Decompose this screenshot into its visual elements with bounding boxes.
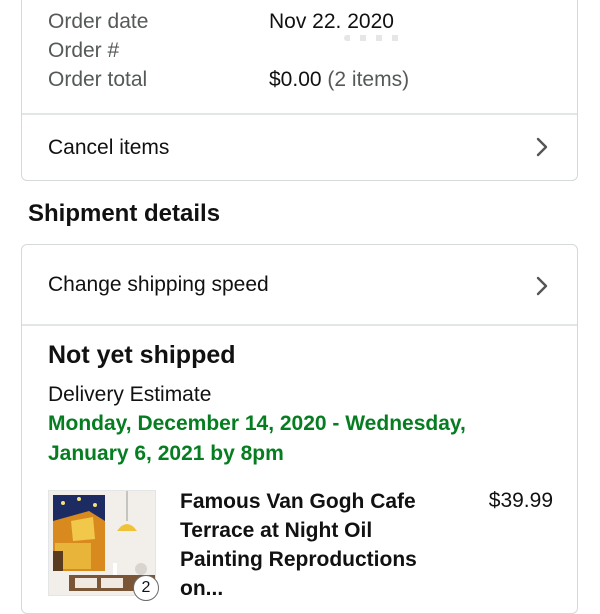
chevron-right-icon — [536, 276, 548, 296]
quantity-badge: 2 — [133, 575, 159, 601]
order-date-value: Nov 22. 2020 — [269, 10, 394, 33]
shipment-status: Not yet shipped — [48, 341, 236, 369]
order-total-value: $0.00 (2 items) — [269, 68, 409, 92]
order-total-label: Order total — [48, 68, 148, 91]
change-shipping-speed-row[interactable]: Change shipping speed — [22, 245, 577, 313]
order-number-redacted — [344, 35, 402, 41]
order-total-items: (2 items) — [327, 68, 410, 91]
shipment-card: Change shipping speed Not yet shipped De… — [21, 244, 578, 614]
divider — [22, 324, 577, 326]
order-number-label: Order # — [48, 39, 120, 62]
chevron-right-icon — [536, 137, 548, 157]
order-date-label: Order date — [48, 10, 149, 33]
cancel-items-row[interactable]: Cancel items — [22, 114, 577, 182]
change-shipping-speed-label: Change shipping speed — [48, 273, 269, 296]
cancel-items-label: Cancel items — [48, 136, 170, 159]
product-price: $39.99 — [488, 489, 553, 512]
order-summary-card: Order date Nov 22. 2020 Order # Order to… — [21, 0, 578, 181]
delivery-estimate-dates: Monday, December 14, 2020 - Wednesday, J… — [48, 412, 466, 465]
product-title-link[interactable]: Famous Van Gogh Cafe Terrace at Night Oi… — [180, 487, 440, 603]
shipment-details-heading: Shipment details — [28, 200, 221, 227]
delivery-estimate-label: Delivery Estimate — [48, 383, 212, 406]
order-total-amount: $0.00 — [269, 68, 322, 91]
